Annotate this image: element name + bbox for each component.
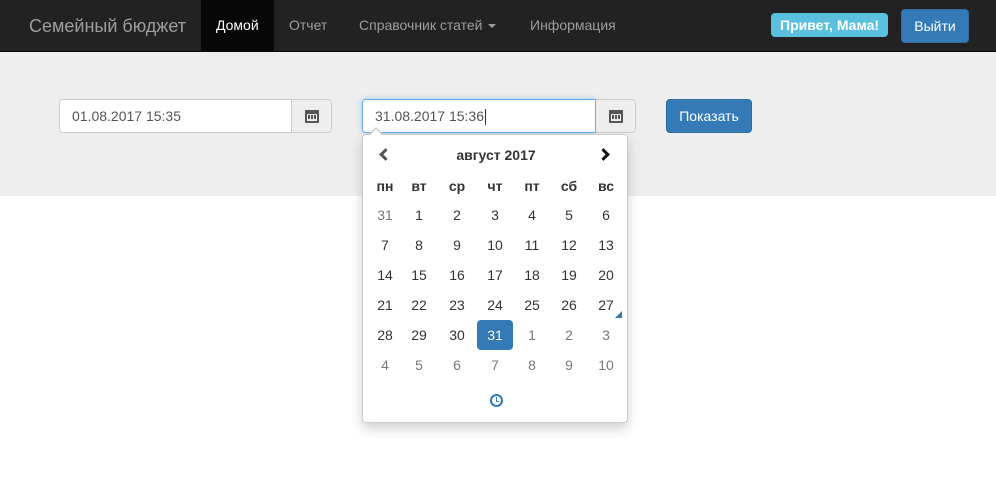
day-cell[interactable]: 1 [401, 200, 437, 230]
day-cell[interactable]: 5 [401, 350, 437, 380]
day-cell[interactable]: 30 [439, 320, 475, 350]
weekday-label: чт [487, 178, 503, 194]
day-cell[interactable]: 10 [588, 350, 624, 380]
date-from-calendar-button[interactable] [292, 99, 332, 133]
day-cell[interactable]: 7 [477, 350, 513, 380]
next-month-button[interactable] [597, 147, 613, 163]
day-cell[interactable]: 31 [367, 200, 403, 230]
day-cell[interactable]: 23 [439, 290, 475, 320]
day-cell[interactable]: 26 [551, 290, 587, 320]
greeting-badge: Привет, Мама! [771, 13, 889, 37]
chevron-right-icon [597, 148, 610, 161]
nav-item-home[interactable]: Домой [201, 0, 274, 51]
day-cell[interactable]: 12 [551, 230, 587, 260]
day-cell[interactable]: 2 [551, 320, 587, 350]
datepicker-header: август 2017 [363, 145, 629, 167]
day-cell[interactable]: 18 [514, 260, 550, 290]
day-cell[interactable]: 8 [514, 350, 550, 380]
date-to-group: 31.08.2017 15:36 [362, 99, 636, 133]
day-cell[interactable]: 16 [439, 260, 475, 290]
day-cell[interactable]: 20 [588, 260, 624, 290]
day-cell[interactable]: 19 [551, 260, 587, 290]
day-cell[interactable]: 6 [588, 200, 624, 230]
month-title[interactable]: август 2017 [363, 147, 629, 163]
day-cell[interactable]: 14 [367, 260, 403, 290]
date-to-calendar-button[interactable] [596, 99, 636, 133]
clock-icon[interactable] [490, 394, 503, 407]
date-from-group: 01.08.2017 15:35 [59, 99, 332, 133]
day-cell[interactable]: 5 [551, 200, 587, 230]
caret-down-icon [488, 24, 497, 29]
day-cell[interactable]: 27 [588, 290, 624, 320]
weekday-label: ср [448, 178, 466, 194]
nav-item-info[interactable]: Информация [515, 0, 631, 51]
day-cell[interactable]: 10 [477, 230, 513, 260]
day-cell[interactable]: 3 [588, 320, 624, 350]
nav-item-catalog[interactable]: Справочник статей [344, 0, 511, 51]
day-cell[interactable]: 8 [401, 230, 437, 260]
day-cell[interactable]: 1 [514, 320, 550, 350]
text-cursor [485, 109, 486, 126]
day-cell[interactable]: 9 [439, 230, 475, 260]
nav-item-catalog-label: Справочник статей [359, 17, 483, 33]
day-cell-selected[interactable]: 31 [477, 320, 513, 350]
logout-button[interactable]: Выйти [901, 9, 969, 43]
day-cell[interactable]: 9 [551, 350, 587, 380]
day-cell[interactable]: 4 [367, 350, 403, 380]
day-cell[interactable]: 22 [401, 290, 437, 320]
day-cell[interactable]: 13 [588, 230, 624, 260]
weekday-label: пн [376, 178, 394, 194]
weekday-label: вс [597, 178, 615, 194]
calendar-icon [304, 109, 319, 123]
datepicker-popup: август 2017 пн вт ср чт пт сб вс 31 1 2 3 4 5 6 7 8 9 10… [362, 127, 629, 423]
day-cell[interactable]: 21 [367, 290, 403, 320]
day-cell[interactable]: 17 [477, 260, 513, 290]
day-cell[interactable]: 28 [367, 320, 403, 350]
day-cell[interactable]: 15 [401, 260, 437, 290]
date-to-input[interactable]: 31.08.2017 15:36 [362, 99, 596, 133]
day-cell[interactable]: 4 [514, 200, 550, 230]
weekday-label: пт [524, 178, 540, 194]
day-cell[interactable]: 6 [439, 350, 475, 380]
nav-item-report[interactable]: Отчет [274, 0, 342, 51]
weekday-label: вт [411, 178, 427, 194]
day-cell[interactable]: 11 [514, 230, 550, 260]
brand-link[interactable]: Семейный бюджет [29, 15, 186, 37]
day-cell[interactable]: 7 [367, 230, 403, 260]
day-cell[interactable]: 25 [514, 290, 550, 320]
day-cell[interactable]: 3 [477, 200, 513, 230]
day-cell[interactable]: 24 [477, 290, 513, 320]
date-from-input[interactable]: 01.08.2017 15:35 [59, 99, 292, 133]
show-button[interactable]: Показать [666, 99, 752, 133]
day-cell[interactable]: 2 [439, 200, 475, 230]
top-navbar: Семейный бюджет Домой Отчет Справочник с… [0, 0, 996, 52]
day-cell[interactable]: 29 [401, 320, 437, 350]
weekday-label: сб [560, 178, 578, 194]
calendar-icon [608, 109, 623, 123]
date-to-value: 31.08.2017 15:36 [375, 108, 484, 124]
